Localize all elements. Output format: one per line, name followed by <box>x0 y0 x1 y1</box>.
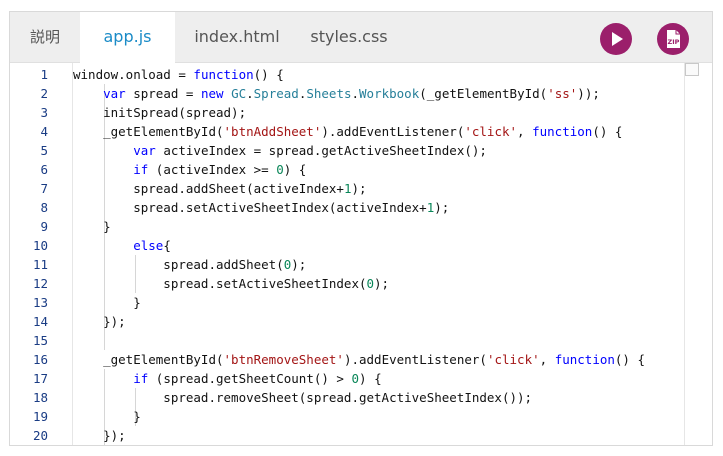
code-line: _getElementById('btnAddSheet').addEventL… <box>73 124 623 139</box>
line-number: 1 <box>40 67 48 82</box>
tab-index-html[interactable]: index.html <box>175 12 299 62</box>
code-line: if (activeIndex >= 0) { <box>133 162 307 177</box>
line-number: 2 <box>40 86 48 101</box>
code-line: spread.addSheet(activeIndex+1); <box>73 181 367 196</box>
tab-description[interactable]: 説明 <box>10 12 80 62</box>
code-line: }); <box>73 428 126 443</box>
code-line: else{ <box>133 238 171 253</box>
code-line: } <box>73 295 141 310</box>
line-number: 15 <box>32 333 48 348</box>
code-line: var activeIndex = spread.getActiveSheetI… <box>133 143 487 158</box>
scrollbar-thumb[interactable] <box>685 63 699 76</box>
line-number: 10 <box>32 238 48 253</box>
zip-download-button[interactable]: ZIP <box>657 23 689 55</box>
code-line: spread.addSheet(0); <box>73 257 307 272</box>
zip-download-icon: ZIP <box>667 30 680 48</box>
code-line: } <box>73 219 111 234</box>
code-line: initSpread(spread); <box>73 105 247 120</box>
tab-bar: 説明 app.js index.html styles.css ZIP <box>10 12 712 63</box>
line-number: 19 <box>32 409 48 424</box>
line-number: 4 <box>40 124 48 139</box>
run-button[interactable] <box>600 23 632 55</box>
line-number: 7 <box>40 181 48 196</box>
code-line: spread.removeSheet(spread.getActiveSheet… <box>73 390 533 405</box>
zip-label: ZIP <box>668 38 680 46</box>
code-line: if (spread.getSheetCount() > 0) { <box>133 371 382 386</box>
tab-app-js[interactable]: app.js <box>80 12 175 63</box>
code-line: spread.setActiveSheetIndex(activeIndex+1… <box>73 200 450 215</box>
line-number: 17 <box>32 371 48 386</box>
code-line: } <box>73 409 141 424</box>
code-editor[interactable]: 1 2 3 4 5 6 7 8 9 10 11 12 13 14 15 16 1… <box>10 63 712 445</box>
line-number: 6 <box>40 162 48 177</box>
code-line: spread.setActiveSheetIndex(0); <box>73 276 390 291</box>
line-number: 12 <box>32 276 48 291</box>
line-number: 20 <box>32 428 48 443</box>
code-line: var spread = new GC.Spread.Sheets.Workbo… <box>103 86 600 101</box>
code-line: _getElementById('btnRemoveSheet').addEve… <box>73 352 646 367</box>
vertical-scrollbar[interactable] <box>684 63 712 445</box>
tab-styles-css[interactable]: styles.css <box>299 12 399 62</box>
play-icon <box>612 32 623 46</box>
code-viewer: 説明 app.js index.html styles.css ZIP 1 2 … <box>9 11 713 446</box>
line-number: 16 <box>32 352 48 367</box>
line-number: 3 <box>40 105 48 120</box>
code-text-area[interactable]: window.onload = function() { var spread … <box>73 63 684 445</box>
line-number: 14 <box>32 314 48 329</box>
line-number: 5 <box>40 143 48 158</box>
line-number: 13 <box>32 295 48 310</box>
line-number: 9 <box>40 219 48 234</box>
line-number: 18 <box>32 390 48 405</box>
line-number-gutter: 1 2 3 4 5 6 7 8 9 10 11 12 13 14 15 16 1… <box>10 63 73 445</box>
line-number: 11 <box>32 257 48 272</box>
code-line: window.onload = function() { <box>73 67 284 82</box>
line-number: 8 <box>40 200 48 215</box>
code-line: }); <box>73 314 126 329</box>
